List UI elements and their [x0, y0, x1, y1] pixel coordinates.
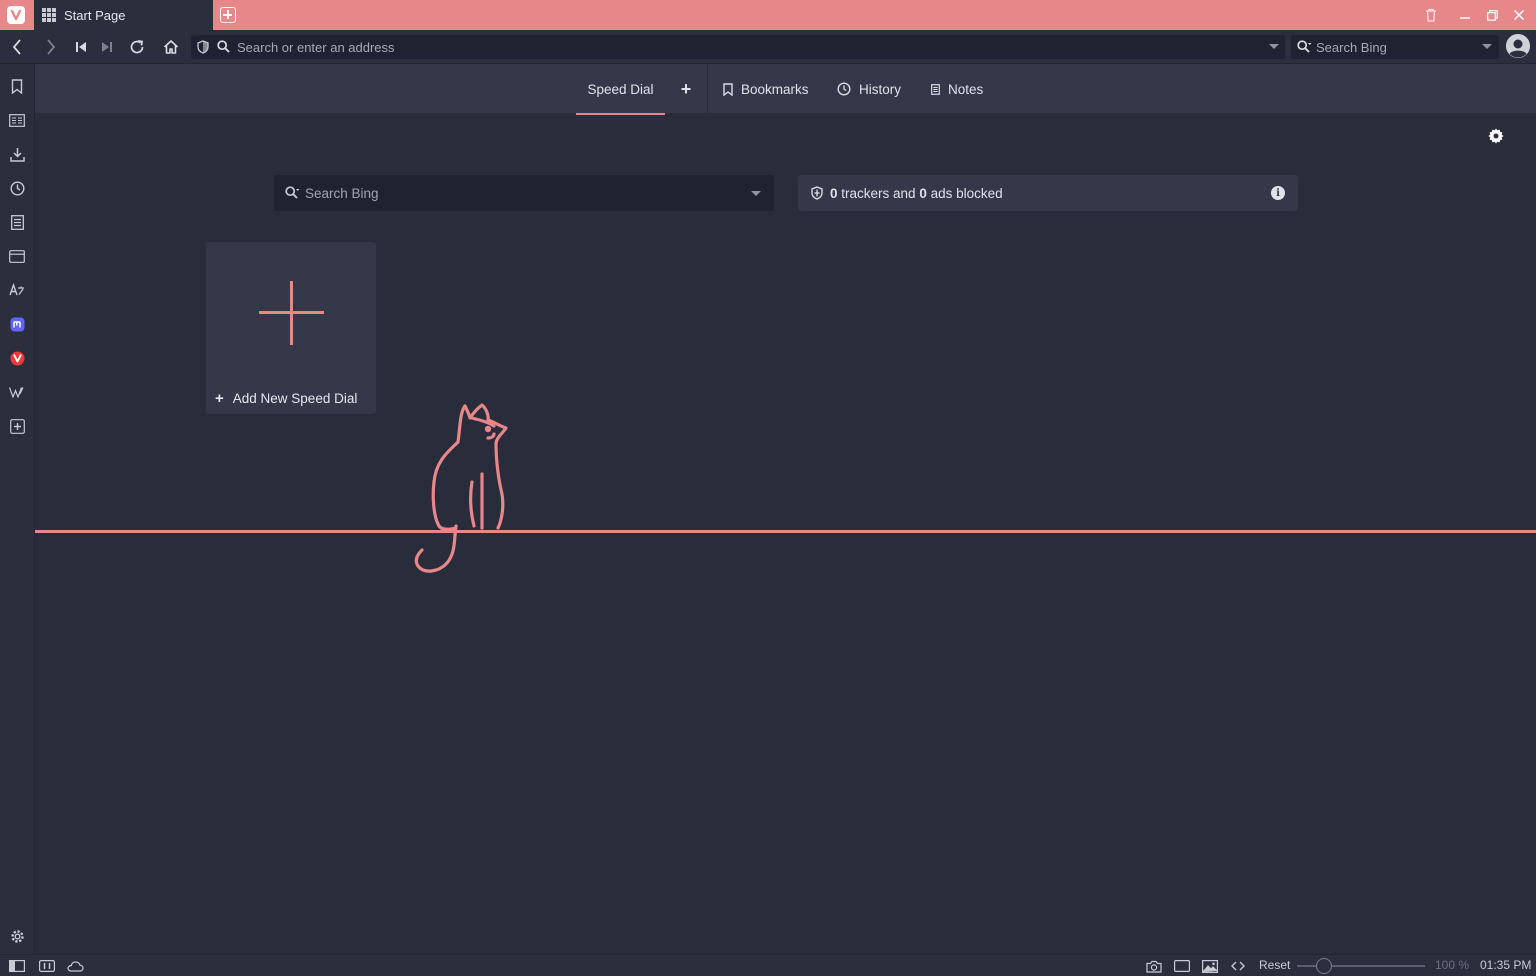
zoom-slider-handle[interactable] [1316, 958, 1332, 974]
closed-tabs-trash-icon[interactable] [1421, 5, 1441, 25]
add-panel-icon[interactable] [7, 416, 27, 436]
sync-cloud-icon[interactable] [66, 958, 84, 974]
restore-button[interactable] [1482, 5, 1502, 25]
zoom-reset-button[interactable]: Reset [1259, 958, 1290, 972]
chevron-down-icon[interactable] [751, 191, 761, 196]
chevron-down-icon[interactable] [1269, 44, 1279, 49]
tab-label: Speed Dial [587, 81, 654, 97]
bookmark-icon[interactable] [7, 76, 27, 96]
tab-speed-dial[interactable]: Speed Dial [576, 64, 665, 115]
tab-start-page[interactable]: Start Page [34, 0, 213, 30]
new-tab-button[interactable] [220, 7, 236, 23]
wikipedia-icon[interactable] [7, 382, 27, 402]
start-page-search-input[interactable] [305, 175, 745, 211]
title-bar: Start Page [0, 0, 1536, 30]
ads-text: ads blocked [930, 185, 1003, 201]
back-icon[interactable] [7, 37, 27, 57]
address-toolbar [0, 30, 1536, 64]
side-panel [0, 64, 35, 954]
start-page-navigation: Speed Dial + Bookmarks History Notes [35, 64, 1536, 115]
window-panel-icon[interactable] [7, 246, 27, 266]
ads-count: 0 [919, 185, 927, 201]
tab-label: Bookmarks [741, 81, 809, 97]
tab-tiling-icon[interactable] [38, 958, 56, 974]
add-speed-dial-group-button[interactable]: + [679, 64, 693, 114]
page-actions-code-icon[interactable] [1229, 958, 1247, 974]
divider [707, 64, 708, 114]
vivaldi-icon[interactable] [7, 348, 27, 368]
tab-history[interactable]: History [837, 64, 901, 114]
home-icon[interactable] [161, 37, 181, 57]
address-bar[interactable] [191, 35, 1285, 59]
vivaldi-menu-icon[interactable] [7, 6, 25, 24]
cat-illustration [414, 403, 508, 573]
panel-toggle-icon[interactable] [8, 958, 26, 974]
decorative-horizon-line [35, 530, 1536, 533]
tab-title: Start Page [64, 7, 126, 23]
trackers-count: 0 [830, 185, 838, 201]
capture-camera-icon[interactable] [1145, 958, 1163, 974]
trackers-text: trackers and [841, 185, 916, 201]
small-plus-icon: + [215, 390, 224, 407]
profile-avatar[interactable] [1506, 34, 1530, 58]
shield-icon[interactable] [197, 40, 209, 57]
status-bar: Reset 100 % 01:35 PM [0, 954, 1536, 976]
tab-label: Notes [948, 81, 984, 97]
clock-icon [837, 82, 851, 96]
tracker-blocker-status[interactable]: 0 trackers and 0 ads blocked i [798, 175, 1298, 211]
tab-notes[interactable]: Notes [931, 64, 983, 114]
shield-icon [811, 186, 823, 200]
tab-bookmarks[interactable]: Bookmarks [723, 64, 809, 114]
clock[interactable]: 01:35 PM [1480, 958, 1531, 972]
search-field[interactable] [1291, 35, 1499, 59]
forward-icon[interactable] [41, 37, 61, 57]
note-icon [931, 83, 940, 95]
reload-icon[interactable] [127, 37, 147, 57]
info-icon[interactable]: i [1271, 186, 1285, 200]
search-input[interactable] [1316, 35, 1476, 59]
fast-forward-icon[interactable] [97, 37, 117, 57]
minimize-button[interactable] [1455, 5, 1475, 25]
search-icon [217, 40, 230, 56]
history-icon[interactable] [7, 178, 27, 198]
tab-label: History [859, 81, 902, 97]
chevron-down-icon[interactable] [1482, 44, 1492, 49]
start-page-search-box[interactable] [274, 175, 774, 211]
address-input[interactable] [237, 35, 1257, 59]
speed-dial-grid-icon [42, 8, 56, 22]
add-speed-dial-tile[interactable]: + Add New Speed Dial [206, 242, 376, 414]
mastodon-icon[interactable] [7, 314, 27, 334]
download-icon[interactable] [7, 144, 27, 164]
bookmark-icon [723, 82, 733, 96]
search-engine-icon[interactable] [1297, 40, 1312, 56]
settings-icon[interactable] [7, 926, 27, 946]
translate-icon[interactable] [7, 280, 27, 300]
search-engine-icon[interactable] [285, 186, 300, 202]
notes-icon[interactable] [7, 212, 27, 232]
tile-window-icon[interactable] [1173, 958, 1191, 974]
image-toggle-icon[interactable] [1201, 958, 1219, 974]
start-page-settings-icon[interactable] [1487, 127, 1505, 145]
add-dial-label: Add New Speed Dial [232, 391, 358, 406]
reading-list-icon[interactable] [7, 110, 27, 130]
zoom-level: 100 % [1435, 958, 1470, 972]
rewind-icon[interactable] [71, 37, 91, 57]
close-button[interactable] [1509, 5, 1529, 25]
